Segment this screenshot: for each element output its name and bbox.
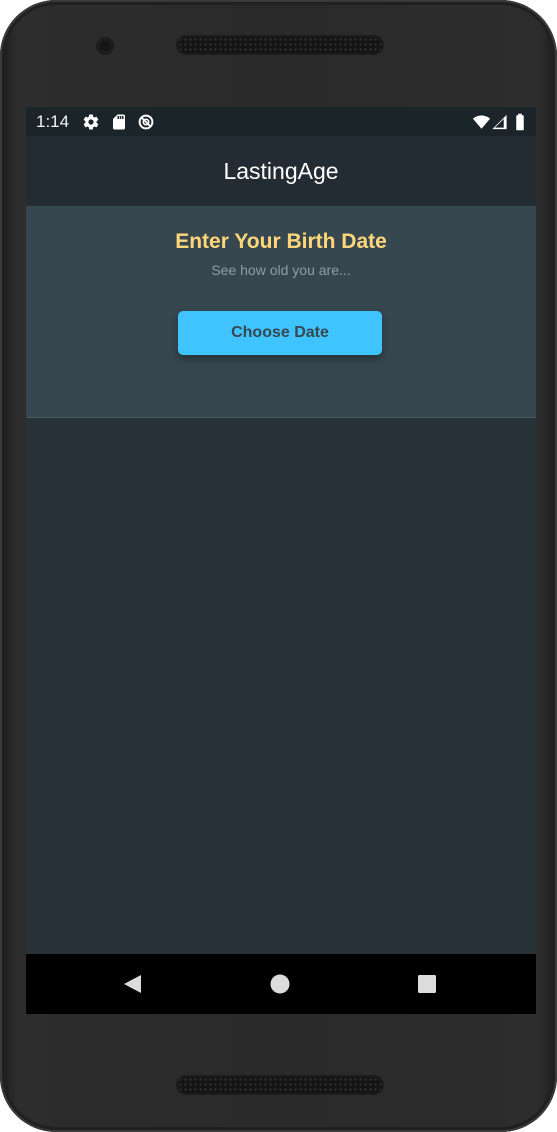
no-sync-icon — [138, 114, 154, 130]
choose-date-button[interactable]: Choose Date — [178, 311, 382, 355]
birth-date-card: Enter Your Birth Date See how old you ar… — [26, 206, 536, 418]
status-bar: 1:14 — [26, 107, 536, 136]
back-icon[interactable] — [120, 971, 146, 997]
sd-card-icon — [113, 114, 125, 130]
app-title: LastingAge — [223, 158, 339, 184]
phone-frame: 1:14 LastingAge Enter Your Birth Date Se… — [0, 0, 557, 1132]
recents-icon[interactable] — [414, 971, 440, 997]
navigation-bar — [26, 954, 536, 1014]
front-camera — [96, 37, 114, 55]
card-subtitle: See how old you are... — [211, 262, 351, 278]
signal-icon — [492, 114, 507, 130]
bottom-speaker — [178, 1077, 382, 1093]
home-icon[interactable] — [267, 971, 293, 997]
app-bar: LastingAge — [26, 136, 536, 206]
top-speaker — [178, 37, 382, 53]
gear-icon — [83, 114, 99, 130]
card-title: Enter Your Birth Date — [175, 230, 387, 253]
device-screen: 1:14 LastingAge Enter Your Birth Date Se… — [26, 107, 536, 1014]
battery-icon — [516, 113, 524, 131]
status-time: 1:14 — [36, 112, 70, 131]
wifi-icon — [472, 115, 491, 129]
